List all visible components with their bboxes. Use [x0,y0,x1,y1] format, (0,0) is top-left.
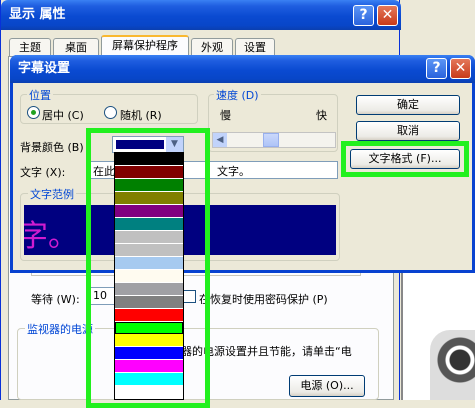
text-label: 文字 (X): [20,166,66,179]
speed-slider[interactable]: ◀ [212,132,336,148]
marquee-settings-titlebar: 字幕设置 [10,55,475,83]
format-button-highlight [341,141,469,177]
color-list-highlight [86,128,210,408]
password-label: 在恢复时使用密码保护 (P) [199,293,328,306]
speed-group-label: 速度 (D) [214,87,261,103]
speed-slider-left-arrow[interactable]: ◀ [213,133,227,147]
speed-fast-label: 快 [316,109,327,122]
preview-group-label: 文字范例 [28,186,76,202]
monitor-power-group-label: 监视器的电源 [25,321,95,337]
speed-slow-label: 慢 [220,109,231,122]
power-button[interactable]: 电源 (O)... [289,375,365,397]
preview-text: 字。 [24,219,78,254]
wait-label: 等待 (W): [31,293,80,306]
cancel-button[interactable]: 取消 [356,121,460,141]
power-button-label: 电源 (O)... [300,379,354,392]
speed-slider-thumb[interactable] [263,133,279,147]
back-help-button[interactable]: ? [353,5,374,26]
ok-button[interactable]: 确定 [356,95,460,115]
text-value-tail: 文字。 [217,165,250,178]
tab-screensaver[interactable]: 屏幕保护程序 [101,35,189,57]
display-properties-title: 显示 属性 [9,7,66,22]
random-radio[interactable] [104,106,117,119]
position-group-label: 位置 [27,87,53,103]
marquee-settings-title: 字幕设置 [18,61,71,76]
random-label: 随机 (R) [120,109,162,122]
display-properties-titlebar: 显示 属性 [1,0,401,30]
center-label: 居中 (C) [42,109,84,122]
dialog-help-button[interactable]: ? [426,58,447,79]
ok-button-label: 确定 [397,98,419,111]
monitor-preview-image [430,330,475,400]
back-close-button[interactable]: ✕ [377,5,398,26]
cancel-button-label: 取消 [397,124,419,137]
center-radio[interactable] [27,106,40,119]
bg-color-label: 背景颜色 (B) [20,141,84,154]
dialog-close-button[interactable]: ✕ [450,58,471,79]
